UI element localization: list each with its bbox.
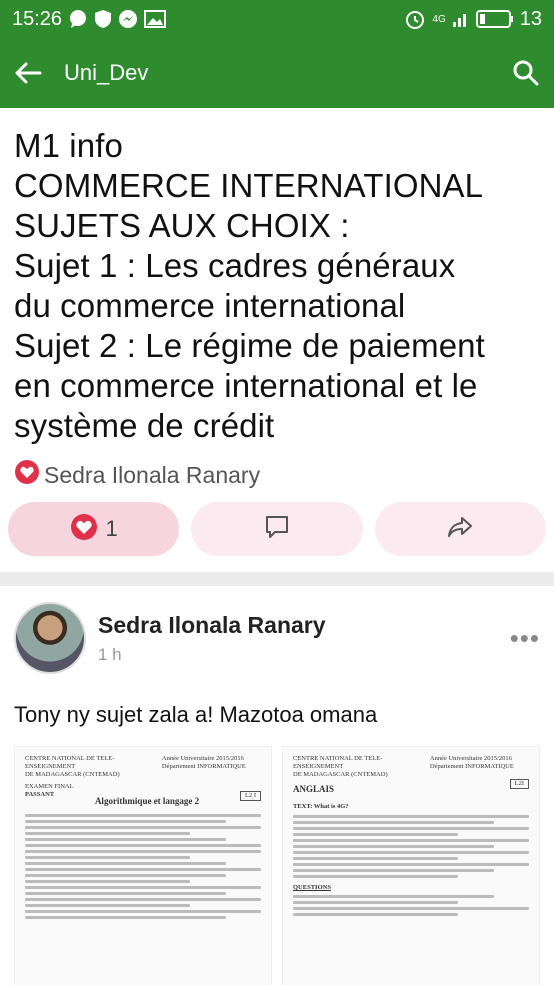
doc-text-line [25, 838, 226, 841]
status-right: 4G 13 [404, 8, 542, 31]
share-button[interactable] [374, 502, 546, 556]
network-label: 4G [432, 13, 446, 25]
comment-meta: Sedra Ilonala Ranary 1 h [98, 612, 510, 665]
doc-title-row: PASSANT Algorithmique et langage 2 L2 I [25, 791, 261, 811]
exam-sheet-anglais[interactable]: CENTRE NATIONAL DE TELE-ENSEIGNEMENT DE … [282, 746, 540, 985]
shield-icon [94, 9, 112, 29]
doc-text-line [25, 898, 261, 901]
doc-text-line [25, 868, 261, 871]
more-options-icon[interactable]: ••• [510, 623, 540, 654]
doc-text-line [293, 815, 529, 818]
status-time: 15:26 [12, 7, 63, 30]
doc-text-line [25, 814, 261, 817]
doc-text-line [293, 851, 529, 854]
chat-bubble-icon [68, 9, 88, 29]
post-actions: 1 [0, 494, 554, 556]
comment-time: 1 h [98, 644, 122, 664]
doc-header: CENTRE NATIONAL DE TELE-ENSEIGNEMENT DE … [293, 755, 529, 779]
comment-author-name[interactable]: Sedra Ilonala Ranary [98, 612, 510, 639]
image-icon [144, 10, 167, 28]
post-author-row[interactable]: Sedra Ilonala Ranary [14, 458, 540, 492]
doc-text-line [293, 857, 459, 860]
doc-exam-label: EXAMEN FINAL [25, 783, 74, 790]
doc-text-line [293, 845, 494, 848]
post-author-name: Sedra Ilonala Ranary [44, 461, 261, 488]
battery-level: 13 [519, 7, 542, 30]
doc-text-line [293, 907, 529, 910]
status-left: 15:26 [12, 7, 167, 31]
doc-text-line [25, 904, 191, 907]
doc-text-line [293, 895, 494, 898]
search-icon[interactable] [512, 59, 540, 87]
doc-section-label: QUESTIONS [293, 884, 331, 891]
doc-text-line [293, 839, 529, 842]
doc-code: L2 I [239, 791, 261, 801]
signal-icon [452, 10, 470, 28]
doc-title: Algorithmique et langage 2 [94, 796, 200, 806]
doc-text-line [293, 875, 459, 878]
doc-text-line [25, 892, 226, 895]
app-bar: Uni_Dev [0, 38, 554, 108]
battery-icon [475, 9, 514, 29]
doc-text-line [293, 827, 529, 830]
doc-text-line [25, 850, 261, 853]
doc-text-line [25, 820, 226, 823]
doc-text-line [25, 844, 261, 847]
group-title: Uni_Dev [64, 60, 149, 85]
doc-text-title: TEXT: What is 4G? [293, 803, 349, 810]
doc-text-line [25, 862, 226, 865]
status-bar: 15:26 4G 13 [0, 0, 554, 38]
doc-text-line [25, 916, 226, 919]
alarm-icon [404, 8, 426, 30]
doc-title: ANGLAIS [293, 784, 335, 794]
doc-header: CENTRE NATIONAL DE TELE-ENSEIGNEMENT DE … [25, 755, 261, 779]
doc-passant: PASSANT [25, 791, 55, 798]
comment-button[interactable] [191, 502, 363, 556]
doc-text-line [25, 880, 191, 883]
messenger-icon [118, 9, 138, 29]
post-body: M1 info COMMERCE INTERNATIONAL SUJETS AU… [14, 127, 485, 444]
doc-text-line [25, 886, 261, 889]
avatar[interactable] [14, 602, 86, 674]
doc-text-line [293, 901, 459, 904]
doc-text-line [25, 874, 226, 877]
doc-text-line [293, 821, 494, 824]
back-arrow-icon[interactable] [14, 61, 42, 85]
like-count: 1 [105, 516, 118, 541]
doc-header-right: Année Universitaire 2015/2016 Départemen… [429, 755, 514, 770]
doc-text-line [293, 863, 529, 866]
doc-text-line [293, 833, 459, 836]
comment-icon [263, 513, 291, 546]
like-button[interactable]: 1 [8, 502, 180, 556]
doc-text-line [25, 826, 261, 829]
doc-text-line [25, 856, 191, 859]
doc-header-right: Année Universitaire 2015/2016 Départemen… [161, 755, 246, 770]
heart-reaction-icon [14, 459, 40, 491]
attached-images[interactable]: CENTRE NATIONAL DE TELE-ENSEIGNEMENT DE … [14, 746, 540, 985]
exam-sheet-algorithmique[interactable]: CENTRE NATIONAL DE TELE-ENSEIGNEMENT DE … [14, 746, 272, 985]
section-divider [0, 572, 554, 586]
post: M1 info COMMERCE INTERNATIONAL SUJETS AU… [0, 126, 554, 492]
comment-header: Sedra Ilonala Ranary 1 h ••• [14, 602, 540, 674]
doc-title-row: ANGLAIS L2I [293, 779, 529, 799]
doc-text-line [293, 913, 459, 916]
share-icon [446, 513, 474, 546]
doc-header-left: CENTRE NATIONAL DE TELE-ENSEIGNEMENT DE … [293, 755, 388, 778]
doc-header-left: CENTRE NATIONAL DE TELE-ENSEIGNEMENT DE … [25, 755, 120, 778]
heart-icon [70, 513, 98, 546]
comment: Sedra Ilonala Ranary 1 h ••• Tony ny suj… [0, 602, 554, 985]
doc-code: L2I [509, 779, 529, 789]
doc-text-line [25, 832, 191, 835]
comment-body: Tony ny sujet zala a! Mazotoa omana [14, 702, 378, 727]
doc-text-line [293, 869, 494, 872]
doc-text-line [25, 910, 261, 913]
